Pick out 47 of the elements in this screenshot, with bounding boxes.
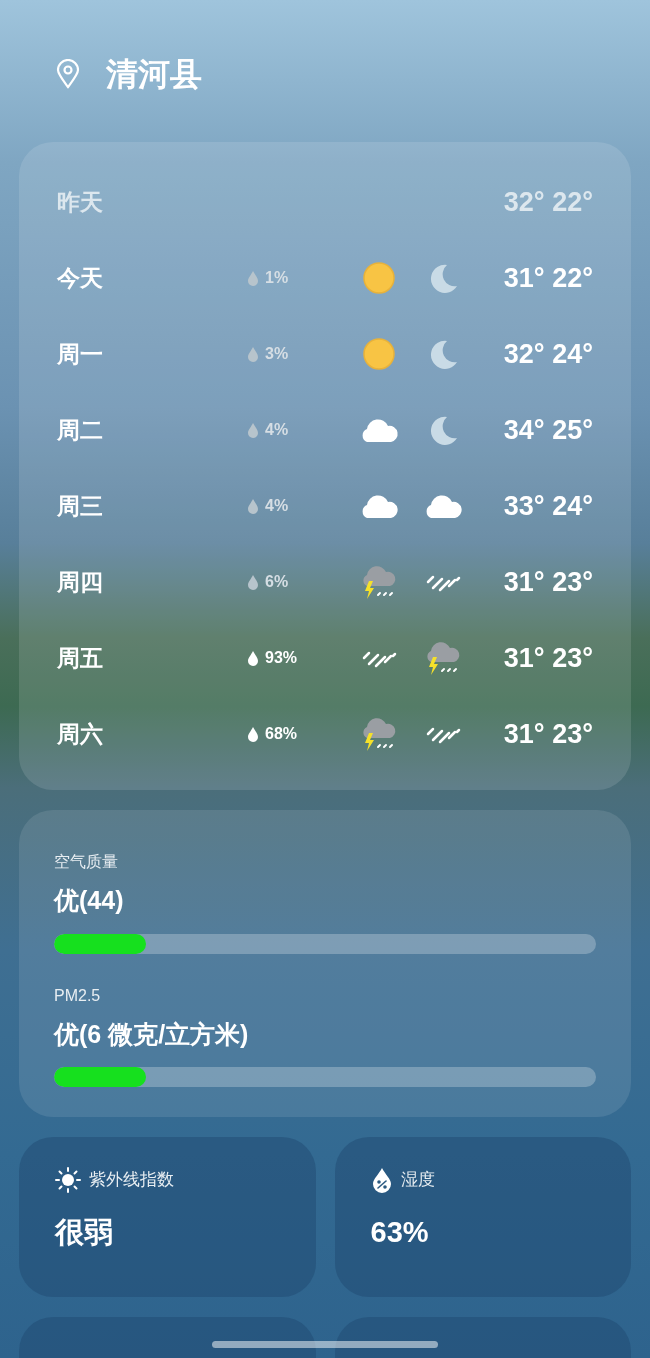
- raindrop-icon: [247, 726, 259, 742]
- temperature-range: 31° 23°: [502, 565, 593, 599]
- precipitation-chance: 68%: [265, 724, 298, 744]
- sun-icon: [362, 337, 396, 371]
- location-name: 清河县: [106, 55, 202, 94]
- sun-icon: [55, 1167, 81, 1193]
- day-label: 周四: [57, 567, 104, 597]
- precipitation-chance: 4%: [265, 420, 289, 440]
- card-value: 63%: [370, 1215, 430, 1250]
- day-label: 周五: [57, 643, 104, 673]
- raindrop-icon: [247, 650, 259, 666]
- precipitation-chance: 93%: [265, 648, 298, 668]
- card-value: 很弱: [55, 1215, 114, 1250]
- sun-icon: [362, 261, 396, 295]
- card-label: 湿度: [400, 1169, 435, 1192]
- precipitation-chance: 4%: [265, 496, 289, 516]
- metric-label: 空气质量: [54, 852, 119, 872]
- temperature-range: 31° 23°: [502, 717, 593, 751]
- temperature-range: 31° 23°: [502, 641, 593, 675]
- temperature-range: 33° 24°: [502, 489, 593, 523]
- day-label: 周二: [57, 415, 104, 445]
- card-label: 紫外线指数: [89, 1169, 174, 1192]
- temperature-range: 32° 22°: [502, 185, 593, 219]
- raindrop-icon: [247, 270, 259, 286]
- thunderstorm-icon: [360, 716, 398, 752]
- raindrop-icon: [247, 346, 259, 362]
- raindrop-icon: [247, 498, 259, 514]
- day-label: 周一: [57, 339, 104, 369]
- precipitation-chance: 3%: [265, 344, 289, 364]
- day-label: 周六: [57, 719, 104, 749]
- day-label: 周三: [57, 491, 104, 521]
- metric-value: 优(6 微克/立方米): [54, 1018, 250, 1050]
- day-label: 昨天: [57, 187, 104, 217]
- temperature-range: 31° 22°: [502, 261, 593, 295]
- day-label: 今天: [57, 263, 104, 293]
- location-pin-icon: [56, 59, 80, 89]
- raindrop-icon: [247, 422, 259, 438]
- thunderstorm-icon: [424, 640, 462, 676]
- temperature-range: 34° 25°: [502, 413, 593, 447]
- metric-label: PM2.5: [54, 985, 102, 1006]
- temperature-range: 32° 24°: [502, 337, 593, 371]
- precipitation-chance: 6%: [265, 572, 289, 592]
- raindrop-icon: [247, 574, 259, 590]
- precipitation-chance: 1%: [265, 268, 289, 288]
- thunderstorm-icon: [360, 564, 398, 600]
- metric-value: 优(44): [54, 885, 125, 916]
- humidity-icon: [370, 1167, 393, 1193]
